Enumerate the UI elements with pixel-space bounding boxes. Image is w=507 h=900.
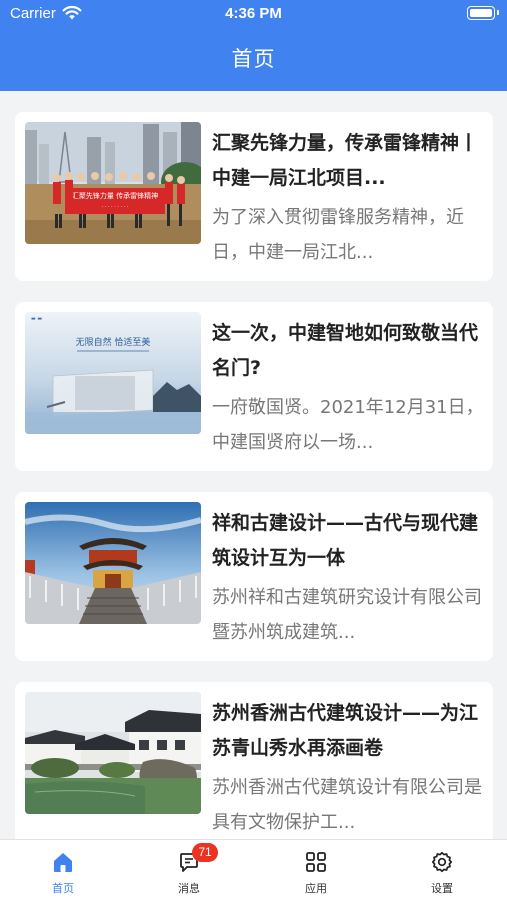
article-summary: 苏州香洲古代建筑设计有限公司是具有文物保护工... [212, 777, 482, 833]
app-header: Carrier 4:36 PM 首页 [0, 0, 507, 91]
slogan-text: 无限自然 恰适至美 [76, 336, 151, 348]
clock-time: 4:36 PM [225, 5, 282, 22]
tab-label: 应用 [305, 882, 327, 895]
banner-text: 汇聚先锋力量 传承雷锋精神 [72, 191, 158, 200]
article-card[interactable]: 汇聚先锋力量 传承雷锋精神 · · · · · · · · · 汇聚先锋力量，传… [15, 112, 493, 281]
article-title: 祥和古建设计——古代与现代建筑设计互为一体 [212, 512, 479, 569]
article-card[interactable]: ▬ ▬ 无限自然 恰适至美 这一次，中建智地如何致敬当代名门? 一府敬国贤。20… [15, 302, 493, 471]
bottom-tab-bar: 首页 71 消息 应用 设置 [0, 839, 507, 900]
article-summary: 苏州祥和古建筑研究设计有限公司暨苏州筑成建筑... [212, 587, 482, 643]
article-summary: 为了深入贯彻雷锋服务精神，近日，中建一局江北... [212, 207, 464, 263]
tab-label: 设置 [431, 882, 453, 895]
article-thumbnail [25, 502, 201, 624]
article-title: 汇聚先锋力量，传承雷锋精神丨中建一局江北项目... [212, 132, 479, 189]
article-summary: 一府敬国贤。2021年12月31日，中建国贤府以一场... [212, 397, 484, 453]
article-title: 苏州香洲古代建筑设计——为江苏青山秀水再添画卷 [212, 702, 479, 759]
tab-settings[interactable]: 设置 [379, 840, 505, 900]
tab-label: 首页 [52, 882, 74, 895]
article-thumbnail: 汇聚先锋力量 传承雷锋精神 · · · · · · · · · [25, 122, 201, 244]
tab-messages[interactable]: 71 消息 [126, 840, 252, 900]
article-card[interactable]: 苏州香洲古代建筑设计——为江苏青山秀水再添画卷 苏州香洲古代建筑设计有限公司是具… [15, 682, 493, 842]
settings-gear-icon [431, 851, 453, 873]
home-icon [54, 853, 72, 872]
tab-apps[interactable]: 应用 [253, 840, 379, 900]
page-title: 首页 [231, 47, 276, 71]
article-title: 这一次，中建智地如何致敬当代名门? [212, 322, 479, 379]
article-card[interactable]: 祥和古建设计——古代与现代建筑设计互为一体 苏州祥和古建筑研究设计有限公司暨苏州… [15, 492, 493, 661]
svg-text:▬ ▬: ▬ ▬ [31, 316, 42, 322]
article-list: 汇聚先锋力量 传承雷锋精神 · · · · · · · · · 汇聚先锋力量，传… [15, 112, 493, 842]
unread-count-badge: 71 [192, 843, 218, 862]
status-bar: Carrier 4:36 PM [0, 0, 507, 28]
battery-icon [467, 6, 499, 20]
apps-grid-icon [306, 852, 326, 872]
article-thumbnail: ▬ ▬ 无限自然 恰适至美 [25, 312, 201, 434]
tab-label: 消息 [178, 882, 200, 895]
tab-home[interactable]: 首页 [0, 840, 126, 900]
svg-text:· · · · · · · · ·: · · · · · · · · · [101, 204, 128, 210]
article-thumbnail [25, 692, 201, 814]
